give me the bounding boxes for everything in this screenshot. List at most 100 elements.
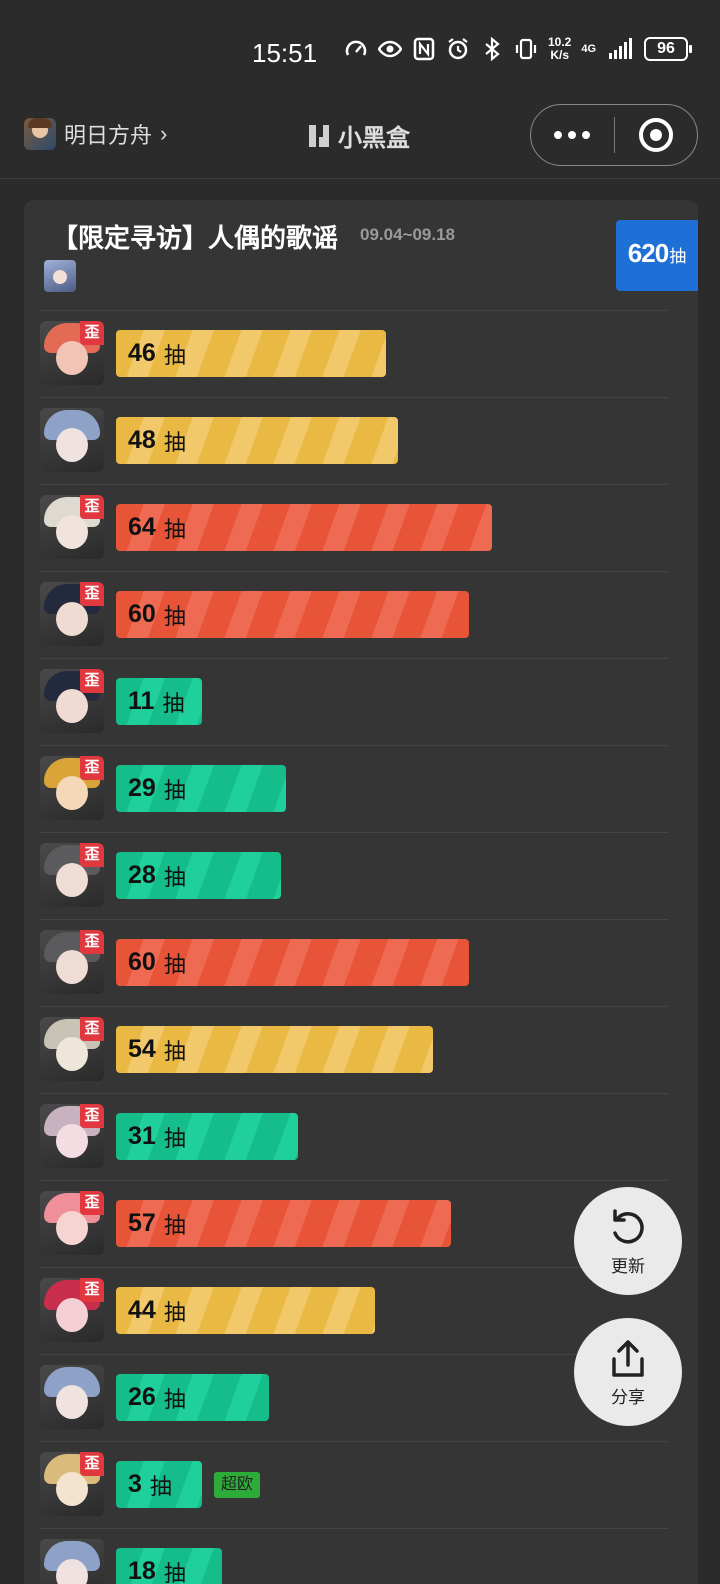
pull-row: 歪 60 抽: [40, 571, 668, 658]
status-time: 15:51: [252, 38, 318, 68]
pull-count-unit: 抽: [163, 429, 186, 455]
pull-count-bar: 57 抽: [116, 1200, 451, 1247]
target-close-icon[interactable]: [615, 105, 698, 165]
row-divider: [40, 1267, 668, 1268]
operator-avatar: 歪: [40, 669, 104, 733]
pull-count-unit: 抽: [163, 342, 186, 368]
game-name: 明日方舟: [64, 123, 153, 148]
pull-row: 歪 3 抽超欧: [40, 1441, 668, 1528]
pull-count-value: 60: [128, 948, 156, 976]
pull-count-unit: 抽: [163, 1386, 186, 1412]
off-banner-tag: 歪: [80, 1278, 104, 1302]
row-divider: [40, 1180, 668, 1181]
off-banner-tag: 歪: [80, 495, 104, 519]
row-divider: [40, 397, 668, 398]
pull-row: 歪 31 抽: [40, 1093, 668, 1180]
off-banner-tag: 歪: [80, 669, 104, 693]
total-pulls-unit: 抽: [669, 247, 687, 266]
battery-indicator: 96: [644, 37, 693, 61]
status-icons: 10.2 K/s 4G 96: [344, 36, 693, 62]
row-divider: [40, 1354, 668, 1355]
pull-row: 歪 64 抽: [40, 484, 668, 571]
bluetooth-icon: [485, 37, 500, 61]
off-banner-tag: 歪: [80, 1191, 104, 1215]
pull-count-unit: 抽: [163, 1212, 186, 1238]
pull-count-value: 28: [128, 861, 156, 889]
pull-count-value: 46: [128, 339, 156, 367]
row-divider: [40, 1006, 668, 1007]
pull-count-unit: 抽: [163, 1560, 186, 1584]
total-pulls-badge: 620 抽: [616, 220, 698, 291]
off-banner-tag: 歪: [80, 756, 104, 780]
operator-avatar: 歪: [40, 582, 104, 646]
pull-count-bar: 44 抽: [116, 1287, 375, 1334]
pull-row: 歪 44 抽: [40, 1267, 668, 1354]
banner-title: 【限定寻访】人偶的歌谣: [52, 223, 339, 253]
mini-program-header: 明日方舟 › 小黑盒: [0, 100, 720, 176]
pull-count-bar: 48 抽: [116, 417, 398, 464]
pull-row: 歪 29 抽: [40, 745, 668, 832]
pull-count-unit: 抽: [163, 1038, 186, 1064]
pull-count-value: 60: [128, 600, 156, 628]
banner-date-range: 09.04~09.18: [360, 225, 456, 244]
banner-operator-thumb: [44, 260, 76, 292]
pull-count-unit: 抽: [163, 603, 186, 629]
speedometer-icon: [345, 40, 367, 56]
eye-icon: [378, 40, 402, 58]
operator-avatar: 歪: [40, 1278, 104, 1342]
net-speed-unit: K/s: [550, 48, 570, 62]
off-banner-tag: 歪: [80, 843, 104, 867]
more-dots-icon[interactable]: [531, 105, 614, 165]
pull-count-unit: 抽: [163, 1125, 186, 1151]
operator-avatar: 歪: [40, 1191, 104, 1255]
pull-count-unit: 抽: [149, 1473, 172, 1499]
operator-avatar: 歪: [40, 1104, 104, 1168]
pull-count-bar: 18 抽: [116, 1548, 222, 1584]
operator-avatar: 歪: [40, 756, 104, 820]
pull-count-bar: 31 抽: [116, 1113, 298, 1160]
pull-count-value: 31: [128, 1122, 156, 1150]
pull-count-value: 11: [128, 687, 155, 715]
operator-avatar: [40, 1539, 104, 1584]
net-type: 4G: [581, 43, 597, 55]
pull-count-bar: 60 抽: [116, 939, 469, 986]
pull-row: 歪 46 抽: [40, 310, 668, 397]
pull-count-value: 64: [128, 513, 156, 541]
refresh-label: 更新: [611, 1256, 645, 1276]
vibrate-icon: [515, 38, 537, 60]
pull-count-value: 3: [128, 1470, 142, 1498]
row-divider: [40, 1528, 668, 1529]
pull-count-bar: 29 抽: [116, 765, 286, 812]
pull-count-bar: 64 抽: [116, 504, 492, 551]
pull-count-unit: 抽: [163, 516, 186, 542]
operator-avatar: [40, 1365, 104, 1429]
pull-count-value: 44: [128, 1296, 156, 1324]
pull-count-value: 18: [128, 1557, 156, 1584]
pull-count-bar: 3抽: [116, 1461, 202, 1508]
refresh-button[interactable]: 更新: [574, 1187, 682, 1295]
share-icon: [612, 1339, 644, 1377]
row-divider: [40, 484, 668, 485]
brand-name: 小黑盒: [338, 125, 410, 152]
row-divider: [40, 745, 668, 746]
off-banner-tag: 歪: [80, 1104, 104, 1128]
page: 15:51 10.2 K/s 4G 96 明日方舟 › 小黑盒 【限定寻访】人偶…: [0, 0, 720, 1584]
pull-row: 18 抽: [40, 1528, 668, 1584]
heybox-logo-icon: [309, 124, 329, 147]
pull-count-bar: 60 抽: [116, 591, 469, 638]
pull-row: 歪 28 抽: [40, 832, 668, 919]
share-button[interactable]: 分享: [574, 1318, 682, 1426]
operator-avatar: 歪: [40, 495, 104, 559]
pull-count-value: 26: [128, 1383, 156, 1411]
chevron-right-icon: ›: [160, 121, 168, 146]
alarm-icon: [448, 38, 468, 60]
row-divider: [40, 310, 668, 311]
signal-icon: [609, 38, 633, 59]
game-switch-link[interactable]: 明日方舟 ›: [24, 118, 167, 150]
pull-count-value: 54: [128, 1035, 156, 1063]
pull-count-value: 57: [128, 1209, 156, 1237]
off-banner-tag: 歪: [80, 321, 104, 345]
off-banner-tag: 歪: [80, 1017, 104, 1041]
row-divider: [40, 832, 668, 833]
operator-avatar: 歪: [40, 930, 104, 994]
